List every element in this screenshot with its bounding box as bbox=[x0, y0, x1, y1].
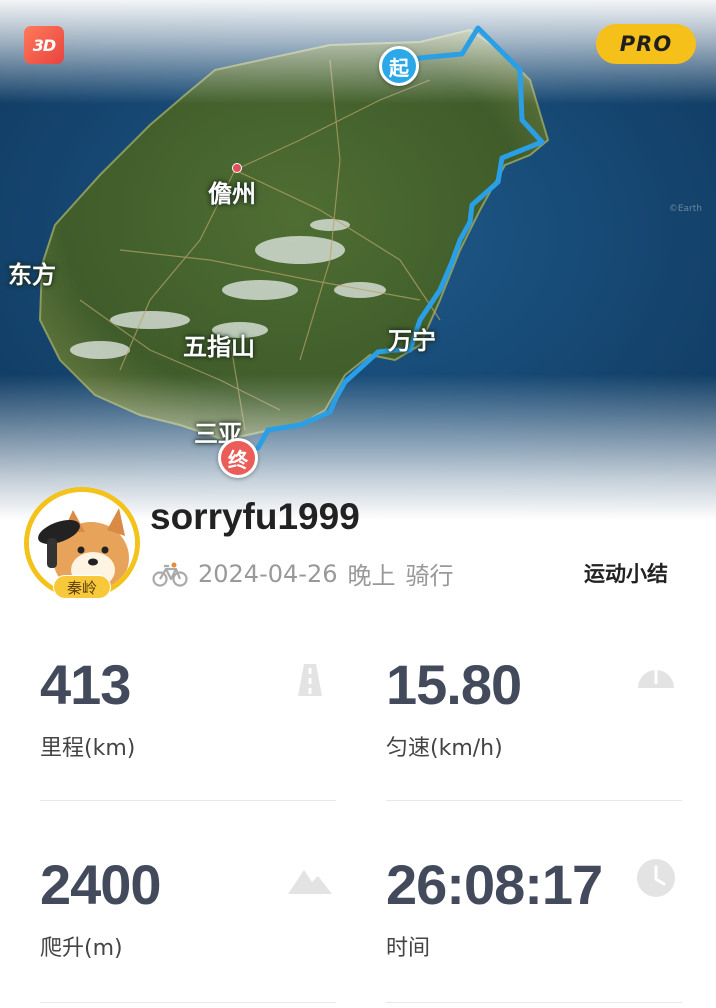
danzhou-dot bbox=[232, 163, 242, 173]
stat-avg-speed: 15.80 匀速(km/h) bbox=[386, 652, 682, 762]
clock-icon bbox=[637, 859, 675, 897]
elevation-label: 爬升(m) bbox=[40, 936, 123, 961]
elevation-value: 2400 bbox=[40, 853, 162, 916]
distance-label: 里程(km) bbox=[40, 736, 136, 761]
route-start-marker: 起 bbox=[379, 46, 419, 86]
duration-value: 26:08:17 bbox=[386, 853, 603, 916]
activity-time-of-day: 晚上 bbox=[347, 562, 396, 590]
mountain-icon bbox=[288, 870, 332, 894]
avatar-badge: 秦岭 bbox=[53, 575, 111, 599]
map-watermark: ©Earth bbox=[668, 204, 702, 214]
3d-toggle-button[interactable]: 3D bbox=[24, 26, 64, 64]
summary-link[interactable]: 运动小结 bbox=[584, 558, 668, 588]
activity-type: 骑行 bbox=[405, 562, 454, 590]
avg-speed-value: 15.80 bbox=[386, 653, 522, 716]
stats-divider bbox=[386, 1002, 682, 1003]
satellite-map bbox=[0, 0, 716, 520]
stats-divider bbox=[40, 800, 336, 801]
bicycle-icon bbox=[152, 562, 188, 587]
city-label-danzhou: 儋州 bbox=[208, 180, 256, 208]
city-label-wuzhishan: 五指山 bbox=[183, 333, 255, 361]
activity-date: 2024-04-26 bbox=[198, 559, 338, 588]
route-end-marker: 终 bbox=[218, 438, 258, 478]
route-map[interactable]: 儋州 东方 五指山 万宁 三亚 ©Earth 3D PRO 起 终 bbox=[0, 0, 716, 520]
city-label-dongfang: 东方 bbox=[8, 261, 56, 289]
stat-distance: 413 里程(km) bbox=[40, 652, 336, 762]
stats-divider bbox=[386, 800, 682, 801]
pro-badge-button[interactable]: PRO bbox=[596, 24, 696, 64]
city-label-wanning: 万宁 bbox=[388, 327, 436, 355]
distance-value: 413 bbox=[40, 653, 131, 716]
avatar[interactable]: 秦岭 bbox=[24, 487, 140, 603]
stat-duration: 26:08:17 时间 bbox=[386, 852, 682, 962]
activity-meta: 2024-04-26 晚上 骑行 bbox=[152, 556, 453, 591]
stats-divider bbox=[40, 1002, 336, 1003]
username: sorryfu1999 bbox=[150, 496, 360, 537]
speedometer-icon bbox=[638, 670, 674, 688]
avg-speed-label: 匀速(km/h) bbox=[386, 736, 503, 761]
road-icon bbox=[298, 664, 322, 696]
duration-label: 时间 bbox=[386, 936, 431, 961]
stat-elevation: 2400 爬升(m) bbox=[40, 852, 336, 962]
